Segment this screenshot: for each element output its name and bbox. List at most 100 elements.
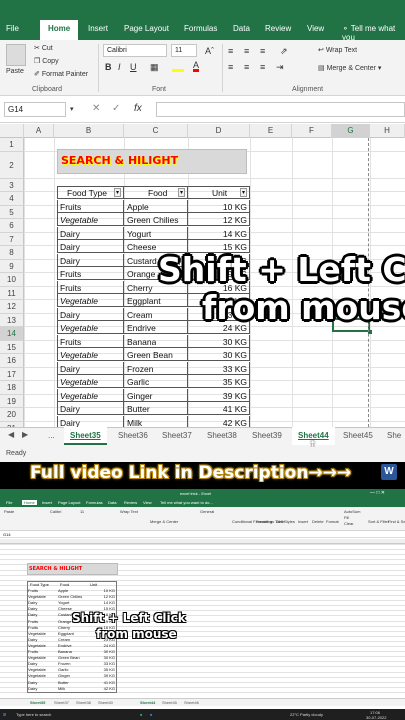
food-type-cell[interactable]: Dairy: [58, 404, 80, 414]
row-header[interactable]: 17: [0, 367, 24, 381]
tab-sheet-partial[interactable]: She: [387, 431, 401, 440]
food-cell[interactable]: Orange: [125, 269, 155, 279]
b-ribbon-item[interactable]: Find & Select: [388, 519, 405, 524]
fill-color-icon[interactable]: [172, 63, 184, 72]
b-ribbon-item[interactable]: Merge & Center: [150, 519, 178, 524]
food-type-cell[interactable]: Dairy: [58, 256, 80, 266]
copy-button[interactable]: ❐ Copy: [34, 57, 59, 65]
food-type-cell[interactable]: Fruits: [58, 202, 81, 212]
row-header[interactable]: 4: [0, 192, 24, 206]
filter-dropdown-icon[interactable]: ▾: [178, 188, 186, 197]
unit-cell[interactable]: 42 KG: [188, 418, 247, 428]
food-type-cell[interactable]: Vegetable: [58, 323, 98, 333]
name-box[interactable]: G14: [4, 102, 66, 117]
tab-sheet35[interactable]: Sheet35: [64, 427, 107, 445]
b-tell-me[interactable]: Tell me what you want to do...: [160, 500, 213, 505]
paste-button[interactable]: Paste: [6, 68, 24, 75]
format-painter-button[interactable]: ✐ Format Painter: [34, 70, 88, 78]
tab-sheet39[interactable]: Sheet39: [252, 431, 282, 440]
wrap-text-button[interactable]: ↩ Wrap Text: [318, 46, 357, 54]
formula-input[interactable]: [156, 102, 405, 117]
font-name-select[interactable]: Calibri: [103, 44, 167, 57]
food-type-cell[interactable]: Dairy: [58, 229, 80, 239]
b-ribbon-item[interactable]: Delete: [312, 519, 324, 524]
row-header[interactable]: 16: [0, 354, 24, 368]
tab-scroll-right-icon[interactable]: ▶: [22, 430, 28, 439]
filter-dropdown-icon[interactable]: ▾: [114, 188, 122, 197]
underline-button[interactable]: U: [130, 62, 137, 72]
font-color-icon[interactable]: A: [193, 61, 200, 72]
unit-cell[interactable]: 33 KG: [188, 364, 247, 374]
filter-dropdown-icon[interactable]: ▾: [240, 188, 248, 197]
align-middle-icon[interactable]: ≡: [244, 46, 249, 56]
row-header[interactable]: 15: [0, 340, 24, 354]
title-cell[interactable]: SEARCH & HILIGHT: [61, 154, 178, 167]
menu-home[interactable]: Home: [40, 20, 79, 40]
row-header[interactable]: 18: [0, 381, 24, 395]
food-cell[interactable]: Eggplant: [125, 296, 161, 306]
food-type-cell[interactable]: Fruits: [58, 337, 81, 347]
food-cell[interactable]: Cheese: [125, 242, 156, 252]
unit-cell[interactable]: 35 KG: [188, 377, 247, 387]
row-header[interactable]: 2: [0, 151, 24, 179]
b-tab-sheet35[interactable]: Sheet35: [30, 700, 45, 705]
food-type-cell[interactable]: Dairy: [58, 310, 80, 320]
col-header-selected[interactable]: G: [332, 124, 370, 138]
select-all-corner[interactable]: [0, 124, 24, 138]
food-cell[interactable]: Frozen: [125, 364, 153, 374]
borders-icon[interactable]: ▦: [150, 62, 159, 73]
food-cell[interactable]: Apple: [125, 202, 149, 212]
food-type-cell[interactable]: Fruits: [58, 269, 81, 279]
increase-font-icon[interactable]: Aˆ: [205, 46, 214, 56]
food-cell[interactable]: Yogurt: [125, 229, 151, 239]
b-menu-data[interactable]: Data: [108, 500, 116, 505]
indent-icon[interactable]: ⇥: [276, 62, 284, 73]
food-cell[interactable]: Garlic: [125, 377, 149, 387]
b-menu-file[interactable]: File: [6, 500, 12, 505]
b-menu-home[interactable]: Home: [22, 500, 37, 505]
tab-sheet37[interactable]: Sheet37: [162, 431, 192, 440]
orientation-icon[interactable]: ⇗: [280, 46, 288, 57]
food-type-cell[interactable]: Fruits: [58, 283, 81, 293]
food-type-cell[interactable]: Vegetable: [58, 350, 98, 360]
b-ribbon-item[interactable]: Fill: [344, 515, 349, 520]
row-header[interactable]: 5: [0, 205, 24, 219]
b-tab-sheet45[interactable]: Sheet45: [162, 700, 177, 705]
b-menu-insert[interactable]: Insert: [42, 500, 52, 505]
b-menu-page-layout[interactable]: Page Layout: [58, 500, 80, 505]
b-menu-view[interactable]: View: [143, 500, 152, 505]
food-type-cell[interactable]: Vegetable: [58, 391, 98, 401]
tab-ellipsis[interactable]: ...: [48, 431, 55, 440]
unit-cell[interactable]: 30 KG: [188, 337, 247, 347]
font-size-select[interactable]: 11: [171, 44, 197, 57]
food-cell[interactable]: Banana: [125, 337, 156, 347]
b-ribbon-item[interactable]: Wrap Text: [120, 509, 138, 514]
b-tab-sheet46[interactable]: Sheet46: [184, 700, 199, 705]
row-header[interactable]: 10: [0, 273, 24, 287]
row-header[interactable]: 9: [0, 259, 24, 273]
italic-button[interactable]: I: [118, 62, 121, 72]
food-cell[interactable]: Green Bean: [125, 350, 173, 360]
b-menu-formulas[interactable]: Formulas: [86, 500, 103, 505]
food-cell[interactable]: Cherry: [125, 283, 153, 293]
align-left-icon[interactable]: ≡: [228, 62, 233, 72]
b-name-box[interactable]: G14: [3, 532, 11, 537]
food-type-cell[interactable]: Vegetable: [58, 296, 98, 306]
food-type-cell[interactable]: Vegetable: [58, 215, 98, 225]
b-windows-icon[interactable]: ⊞: [3, 712, 6, 717]
food-cell[interactable]: Milk: [125, 418, 142, 428]
tab-sheet38[interactable]: Sheet38: [207, 431, 237, 440]
row-header[interactable]: 11: [0, 286, 24, 300]
menu-file[interactable]: File: [6, 24, 19, 33]
unit-cell[interactable]: 12 KG: [188, 215, 247, 225]
b-ribbon-item[interactable]: Clear: [344, 521, 354, 526]
b-ribbon-item[interactable]: 11: [80, 509, 84, 514]
row-header[interactable]: 19: [0, 394, 24, 408]
menu-view[interactable]: View: [307, 24, 324, 33]
unit-cell[interactable]: 39 KG: [188, 391, 247, 401]
food-type-cell[interactable]: Dairy: [58, 242, 80, 252]
b-ribbon-item[interactable]: Calibri: [50, 509, 61, 514]
food-cell[interactable]: Endrive: [125, 323, 156, 333]
row-header[interactable]: 12: [0, 300, 24, 314]
b-ribbon-item[interactable]: Cell Styles: [276, 519, 295, 524]
